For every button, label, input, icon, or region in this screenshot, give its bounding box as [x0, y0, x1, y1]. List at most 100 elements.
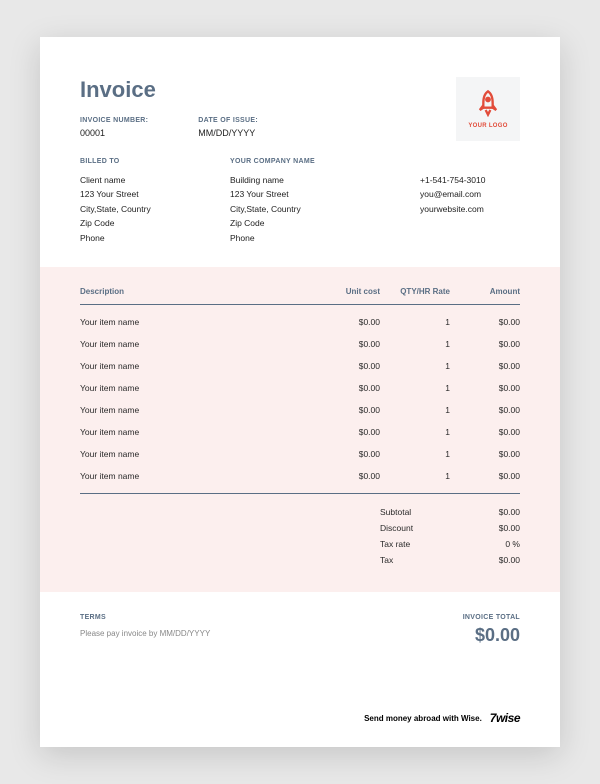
company-line: Zip Code: [230, 216, 330, 230]
billed-to-line: 123 Your Street: [80, 187, 180, 201]
items-body: Your item name$0.001$0.00Your item name$…: [80, 311, 520, 487]
page-title: Invoice: [80, 77, 258, 103]
item-qty: 1: [380, 361, 450, 371]
contact-line: +1-541-754-3010: [420, 173, 520, 187]
meta-row: INVOICE NUMBER: 00001 DATE OF ISSUE: MM/…: [80, 117, 258, 138]
table-row: Your item name$0.001$0.00: [80, 311, 520, 333]
terms-block: TERMS Please pay invoice by MM/DD/YYYY: [80, 614, 210, 638]
billed-to-line: City,State, Country: [80, 202, 180, 216]
taxrate-row: Tax rate 0 %: [80, 536, 520, 552]
item-qty: 1: [380, 471, 450, 481]
invoice-number-block: INVOICE NUMBER: 00001: [80, 117, 148, 138]
tax-value: $0.00: [450, 555, 520, 565]
table-row: Your item name$0.001$0.00: [80, 377, 520, 399]
invoice-page: Invoice INVOICE NUMBER: 00001 DATE OF IS…: [40, 37, 560, 747]
wise-text: Send money abroad with Wise.: [364, 714, 482, 723]
item-qty: 1: [380, 339, 450, 349]
item-amount: $0.00: [450, 427, 520, 437]
billed-to-label: BILLED TO: [80, 158, 180, 165]
contact-line: yourwebsite.com: [420, 202, 520, 216]
contact-spacer: [420, 158, 520, 165]
billed-to-line: Zip Code: [80, 216, 180, 230]
invoice-total-block: INVOICE TOTAL $0.00: [463, 614, 520, 646]
date-issue-label: DATE OF ISSUE:: [198, 117, 258, 124]
item-unit: $0.00: [310, 317, 380, 327]
table-row: Your item name$0.001$0.00: [80, 465, 520, 487]
discount-value: $0.00: [450, 523, 520, 533]
col-unit-cost: Unit cost: [310, 287, 380, 296]
item-unit: $0.00: [310, 361, 380, 371]
invoice-total-value: $0.00: [463, 625, 520, 646]
item-qty: 1: [380, 317, 450, 327]
item-qty: 1: [380, 405, 450, 415]
item-desc: Your item name: [80, 405, 310, 415]
subtotal-label: Subtotal: [380, 507, 450, 517]
item-amount: $0.00: [450, 383, 520, 393]
col-qty: QTY/HR Rate: [380, 287, 450, 296]
item-desc: Your item name: [80, 449, 310, 459]
item-desc: Your item name: [80, 361, 310, 371]
subtotal-value: $0.00: [450, 507, 520, 517]
header: Invoice INVOICE NUMBER: 00001 DATE OF IS…: [80, 77, 520, 158]
tax-row: Tax $0.00: [80, 552, 520, 568]
item-unit: $0.00: [310, 405, 380, 415]
wise-footer: Send money abroad with Wise. 7wise: [364, 711, 520, 725]
item-unit: $0.00: [310, 427, 380, 437]
date-issue-block: DATE OF ISSUE: MM/DD/YYYY: [198, 117, 258, 138]
item-desc: Your item name: [80, 471, 310, 481]
item-desc: Your item name: [80, 383, 310, 393]
items-header: Description Unit cost QTY/HR Rate Amount: [80, 287, 520, 305]
company-line: City,State, Country: [230, 202, 330, 216]
contact-col: +1-541-754-3010 you@email.com yourwebsit…: [420, 158, 520, 245]
items-divider: [80, 493, 520, 494]
item-desc: Your item name: [80, 427, 310, 437]
discount-label: Discount: [380, 523, 450, 533]
footer-row: TERMS Please pay invoice by MM/DD/YYYY I…: [80, 614, 520, 646]
billed-to-line: Client name: [80, 173, 180, 187]
invoice-number-label: INVOICE NUMBER:: [80, 117, 148, 124]
rocket-icon: [474, 89, 502, 119]
table-row: Your item name$0.001$0.00: [80, 399, 520, 421]
logo-placeholder: YOUR LOGO: [456, 77, 520, 141]
table-row: Your item name$0.001$0.00: [80, 355, 520, 377]
company-label: YOUR COMPANY NAME: [230, 158, 330, 165]
company-line: Phone: [230, 231, 330, 245]
col-amount: Amount: [450, 287, 520, 296]
item-unit: $0.00: [310, 339, 380, 349]
subtotal-row: Subtotal $0.00: [80, 504, 520, 520]
date-issue-value: MM/DD/YYYY: [198, 128, 258, 138]
item-amount: $0.00: [450, 471, 520, 481]
item-desc: Your item name: [80, 317, 310, 327]
item-unit: $0.00: [310, 449, 380, 459]
item-amount: $0.00: [450, 405, 520, 415]
company-col: YOUR COMPANY NAME Building name 123 Your…: [230, 158, 330, 245]
item-desc: Your item name: [80, 339, 310, 349]
invoice-total-label: INVOICE TOTAL: [463, 614, 520, 621]
contact-line: you@email.com: [420, 187, 520, 201]
company-line: Building name: [230, 173, 330, 187]
taxrate-label: Tax rate: [380, 539, 450, 549]
item-qty: 1: [380, 383, 450, 393]
item-qty: 1: [380, 449, 450, 459]
item-unit: $0.00: [310, 383, 380, 393]
line-items-section: Description Unit cost QTY/HR Rate Amount…: [40, 267, 560, 592]
discount-row: Discount $0.00: [80, 520, 520, 536]
tax-label: Tax: [380, 555, 450, 565]
table-row: Your item name$0.001$0.00: [80, 333, 520, 355]
table-row: Your item name$0.001$0.00: [80, 443, 520, 465]
info-columns: BILLED TO Client name 123 Your Street Ci…: [80, 158, 520, 245]
terms-label: TERMS: [80, 614, 210, 621]
col-description: Description: [80, 287, 310, 296]
invoice-number-value: 00001: [80, 128, 148, 138]
logo-text: YOUR LOGO: [468, 123, 507, 129]
item-amount: $0.00: [450, 449, 520, 459]
company-line: 123 Your Street: [230, 187, 330, 201]
taxrate-value: 0 %: [450, 539, 520, 549]
item-amount: $0.00: [450, 339, 520, 349]
item-amount: $0.00: [450, 317, 520, 327]
table-row: Your item name$0.001$0.00: [80, 421, 520, 443]
wise-logo: 7wise: [490, 711, 520, 725]
item-amount: $0.00: [450, 361, 520, 371]
billed-to-line: Phone: [80, 231, 180, 245]
item-unit: $0.00: [310, 471, 380, 481]
